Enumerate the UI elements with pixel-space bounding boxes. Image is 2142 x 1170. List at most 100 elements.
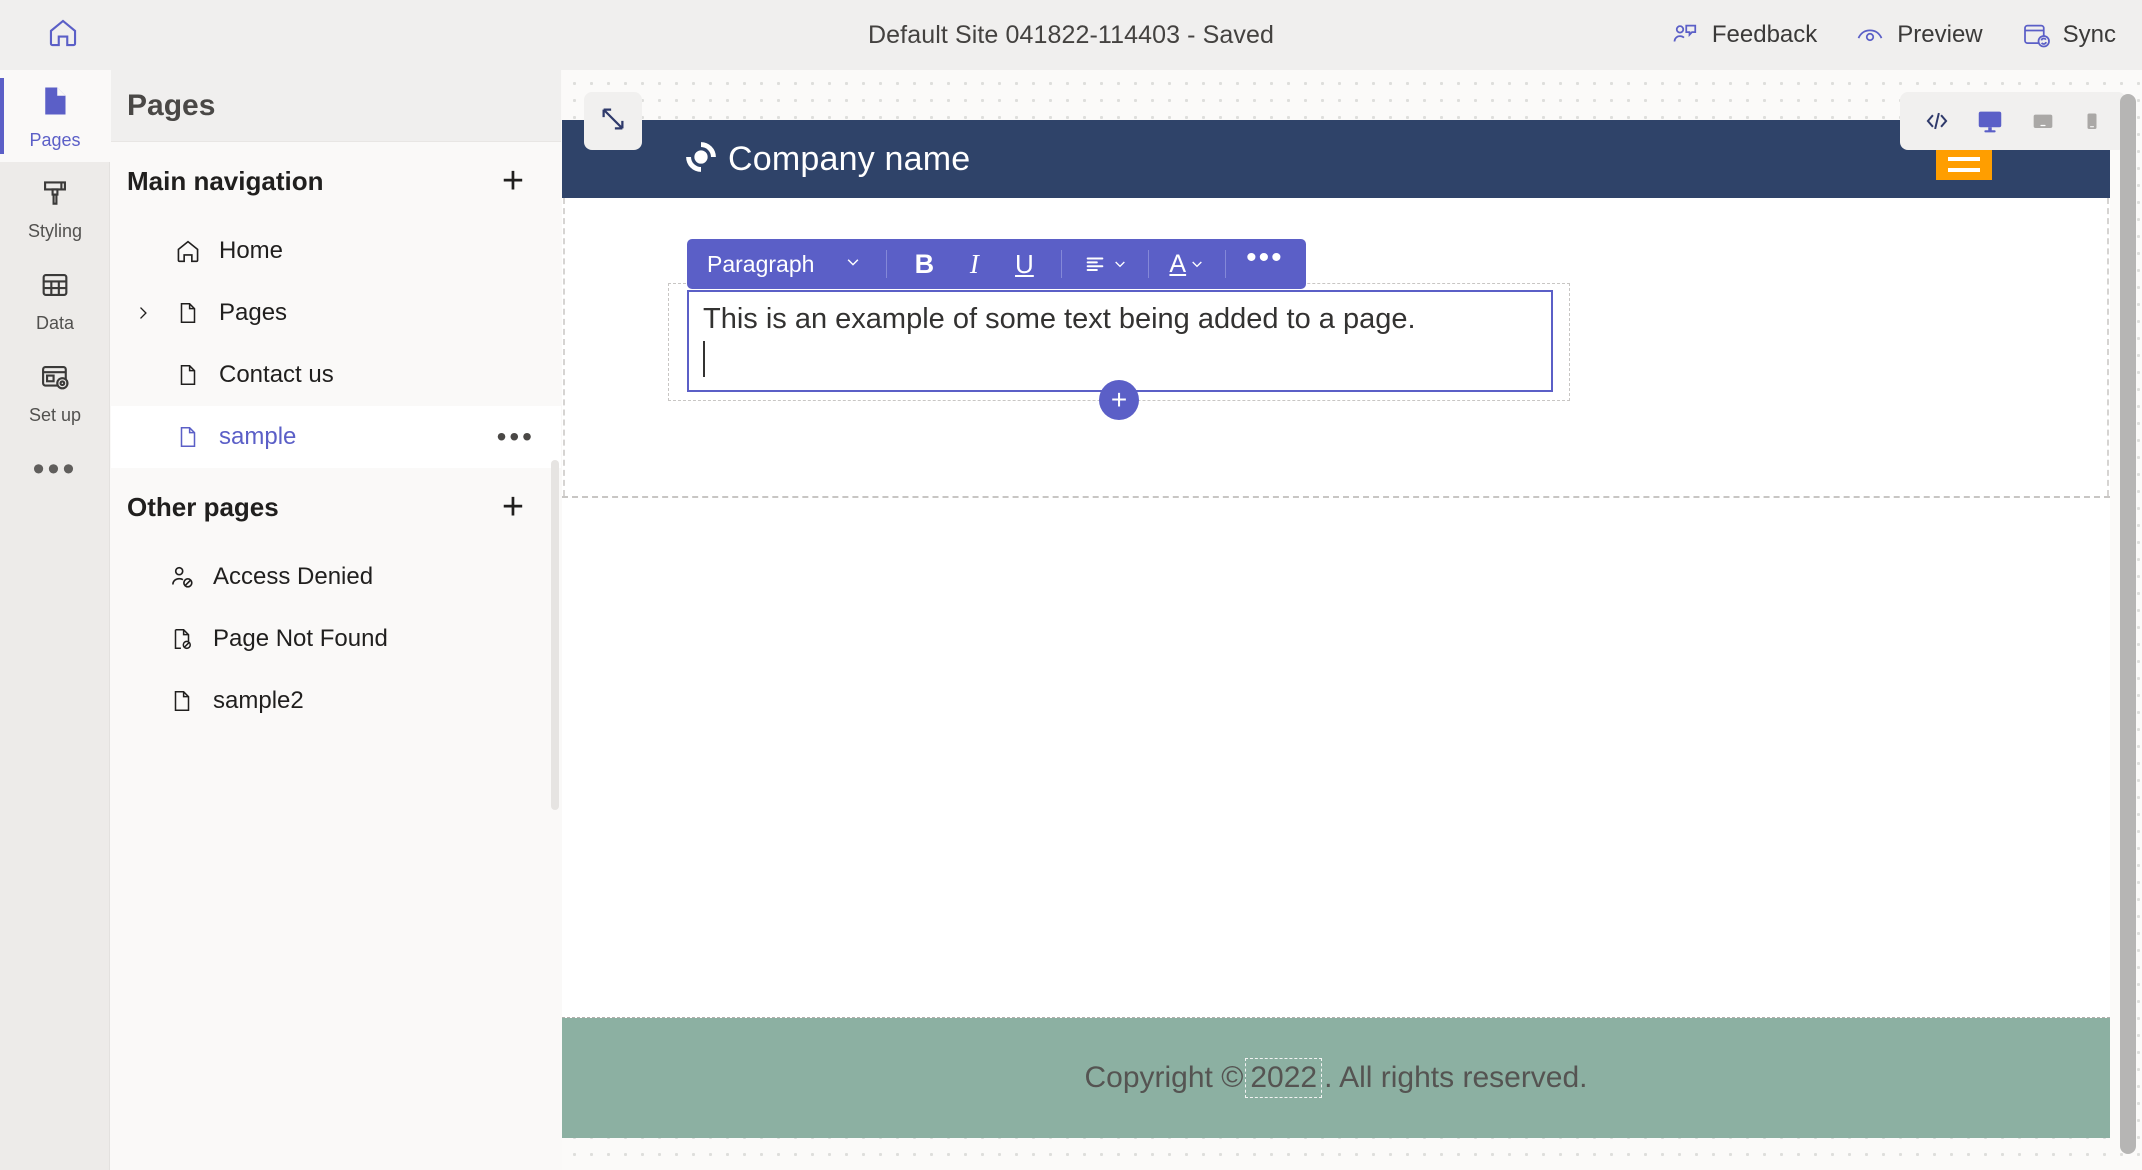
viewport-toolbar [1900, 92, 2126, 150]
person-blocked-icon [167, 562, 197, 592]
pages-panel: Pages Main navigation + Home Pages Conta… [111, 70, 561, 1170]
desktop-icon[interactable] [1974, 106, 2006, 136]
rail-item-styling[interactable]: Styling [0, 162, 110, 254]
nav-item-sample-more-button[interactable]: ••• [497, 406, 535, 468]
expand-canvas-button[interactable] [584, 92, 642, 150]
nav-item-sample[interactable]: sample ••• [111, 406, 561, 468]
footer-text-after: . All rights reserved. [1324, 1061, 1588, 1094]
rail-label-data: Data [35, 313, 75, 333]
site-brand[interactable]: Company name [682, 138, 970, 181]
italic-button[interactable]: I [957, 244, 991, 284]
site-content-section: Paragraph B I U A ••• This is an example… [562, 198, 2110, 498]
nav-label-home: Home [219, 237, 284, 264]
page-outline-icon [173, 422, 203, 452]
eye-icon [1855, 20, 1885, 50]
top-bar-actions: Feedback Preview Sync [1670, 0, 2116, 70]
feedback-icon [1670, 20, 1700, 50]
paragraph-style-label: Paragraph [707, 250, 815, 277]
more-options-button[interactable]: ••• [1246, 243, 1284, 284]
resize-diagonal-icon [598, 104, 628, 139]
toolbar-divider [1225, 250, 1227, 278]
add-other-page-button[interactable]: + [493, 487, 533, 527]
company-swirl-logo [682, 138, 720, 181]
footer-text-before: Copyright © [1084, 1061, 1244, 1094]
home-outline-icon [173, 236, 203, 266]
footer-copyright: Copyright © 2022. All rights reserved. [1084, 1058, 1588, 1098]
pages-panel-header: Pages [111, 70, 561, 142]
other-pages-list: Access Denied Page Not Found sample2 [111, 546, 561, 732]
preview-button[interactable]: Preview [1855, 20, 1983, 50]
chevron-right-icon[interactable] [133, 282, 153, 344]
tablet-icon[interactable] [2028, 107, 2058, 135]
page-icon [37, 83, 73, 124]
nav-item-sample2[interactable]: sample2 [111, 670, 561, 732]
text-block-container[interactable]: Paragraph B I U A ••• This is an example… [668, 239, 1570, 420]
nav-label-pages: Pages [219, 299, 288, 326]
other-pages-header: Other pages + [111, 468, 561, 546]
toolbar-divider [1061, 250, 1063, 278]
setup-gear-icon [38, 360, 72, 399]
site-header: Company name [562, 120, 2110, 198]
nav-label-sample: sample [219, 423, 297, 450]
sync-label: Sync [2062, 21, 2116, 48]
site-footer: Copyright © 2022. All rights reserved. [562, 1018, 2110, 1138]
other-pages-title: Other pages [127, 491, 279, 522]
add-main-navigation-page-button[interactable]: + [493, 161, 533, 201]
rich-text-editor[interactable]: This is an example of some text being ad… [687, 290, 1553, 392]
nav-item-home[interactable]: Home [111, 220, 561, 282]
footer-year[interactable]: 2022 [1245, 1058, 1323, 1098]
page-outline-icon [173, 298, 203, 328]
nav-item-pages[interactable]: Pages [111, 282, 561, 344]
rail-label-pages: Pages [29, 130, 81, 150]
nav-item-page-not-found[interactable]: Page Not Found [111, 608, 561, 670]
rail-item-data[interactable]: Data [0, 254, 110, 346]
table-icon [38, 268, 72, 307]
add-block-button[interactable]: + [1099, 380, 1139, 420]
feedback-label: Feedback [1711, 21, 1818, 48]
rail-item-pages[interactable]: Pages [0, 70, 110, 162]
toolbar-divider [886, 250, 888, 278]
rich-text-toolbar: Paragraph B I U A ••• [687, 239, 1306, 289]
mobile-icon[interactable] [2080, 107, 2104, 135]
rail-more-button[interactable]: ••• [0, 438, 110, 518]
page-outline-icon [167, 686, 197, 716]
nav-label-contact-us: Contact us [219, 361, 334, 388]
preview-label: Preview [1897, 21, 1983, 48]
left-rail: Pages Styling Data Set up ••• [0, 70, 110, 1170]
toolbar-divider [1148, 250, 1150, 278]
chevron-down-icon [844, 253, 862, 276]
sync-button[interactable]: Sync [2021, 20, 2116, 50]
align-button[interactable] [1082, 244, 1128, 284]
sync-icon [2021, 20, 2051, 50]
nav-item-contact-us[interactable]: Contact us [111, 344, 561, 406]
rail-item-setup[interactable]: Set up [0, 346, 110, 438]
underline-button[interactable]: U [1007, 244, 1041, 284]
page-outline-icon [173, 360, 203, 390]
panel-scrollbar[interactable] [551, 460, 559, 810]
main-navigation-header: Main navigation + [111, 142, 561, 220]
text-caret [703, 341, 705, 378]
site-preview: Company name Paragraph B I U A ••• This … [562, 120, 2110, 1170]
nav-item-access-denied[interactable]: Access Denied [111, 546, 561, 608]
bold-button[interactable]: B [907, 244, 941, 284]
feedback-button[interactable]: Feedback [1670, 20, 1817, 50]
site-canvas: Company name Paragraph B I U A ••• This … [562, 70, 2142, 1170]
font-color-label: A [1169, 249, 1187, 278]
rail-label-styling: Styling [27, 221, 83, 241]
pages-panel-title: Pages [127, 88, 216, 122]
font-color-button[interactable]: A [1169, 244, 1205, 284]
editor-text: This is an example of some text being ad… [703, 303, 1416, 335]
paintbrush-icon [38, 176, 72, 215]
code-icon[interactable] [1922, 107, 1952, 135]
paragraph-style-dropdown[interactable]: Paragraph [701, 251, 874, 278]
nav-label-access-denied: Access Denied [213, 563, 374, 590]
rail-label-setup: Set up [28, 405, 82, 425]
company-name-label: Company name [728, 139, 971, 178]
site-empty-section [562, 498, 2110, 1018]
top-bar: Default Site 041822-114403 - Saved Feedb… [0, 0, 2142, 70]
canvas-scrollbar[interactable] [2120, 94, 2136, 1154]
page-blocked-icon [167, 624, 197, 654]
home-button[interactable] [28, 0, 98, 70]
main-navigation-title: Main navigation [127, 165, 324, 196]
main-navigation-list: Home Pages Contact us sample ••• [111, 220, 561, 468]
